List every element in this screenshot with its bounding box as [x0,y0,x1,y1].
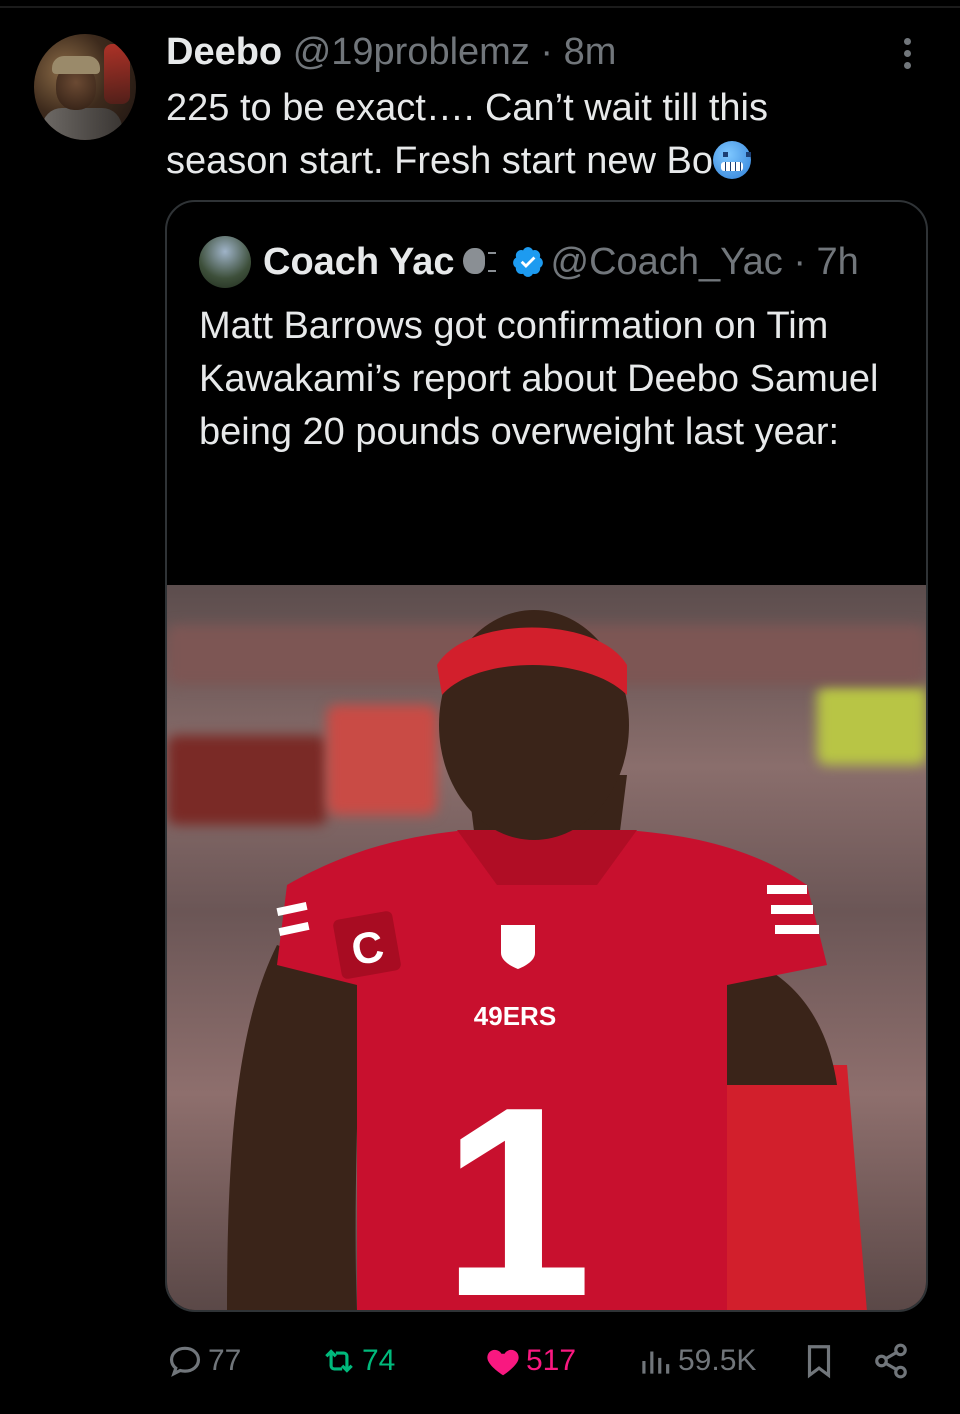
tweet: Deebo @19problemz · 8m 225 to be exact….… [0,0,960,1414]
share-button[interactable] [872,1336,914,1386]
tweet-time[interactable]: 8m [564,31,617,73]
header-separator: · [540,31,554,73]
avatar-cap [52,56,100,74]
quote-author-avatar[interactable] [199,236,251,288]
quote-author-handle[interactable]: @Coach_Yac [551,241,783,283]
player-illustration: C 49ERS 1 [227,610,867,1312]
jersey-number: 1 [442,1052,592,1312]
avatar-background-lights [104,44,130,104]
sleeve-stripe-right-2 [771,905,813,914]
quote-text: Matt Barrows got confirmation on Tim Kaw… [199,305,879,453]
bookmark-icon [807,1345,831,1379]
reply-icon [169,1346,201,1377]
verified-badge-icon [512,247,543,277]
speaking-head-icon [461,244,499,278]
avatar-shirt [42,108,122,140]
repost-count: 74 [362,1344,396,1377]
bookmark-button[interactable] [800,1336,842,1386]
sleeve-stripe-right-1 [767,885,807,894]
sleeve-stripe-right-3 [775,925,819,934]
jersey-wordmark: 49ERS [474,1001,556,1031]
action-bar: 77 74 517 59.5K [0,1336,960,1386]
quote-author-name[interactable]: Coach Yac [263,241,455,283]
quote-separator: · [793,241,806,283]
author-avatar[interactable] [34,34,136,140]
share-icon [875,1343,907,1379]
reply-button[interactable]: 77 [166,1336,241,1386]
more-options-icon[interactable] [896,38,918,74]
views-icon [642,1351,670,1374]
like-count: 517 [526,1344,577,1377]
tweet-text-line1: 225 to be exact…. Can’t wait till this [166,87,768,129]
like-button[interactable]: 517 [484,1336,576,1386]
quote-time[interactable]: 7h [817,241,859,283]
quote-header: Coach Yac @Coach_Yac · 7h [263,238,859,286]
author-handle[interactable]: @19problemz [293,31,530,73]
views-button[interactable]: 59.5K [636,1336,756,1386]
left-arm [227,945,359,1310]
cold-face-emoji-icon [713,141,752,179]
heart-icon [487,1349,519,1376]
author-name[interactable]: Deebo [166,31,282,73]
repost-button[interactable]: 74 [320,1336,395,1386]
quote-photo[interactable]: C 49ERS 1 [167,585,926,1312]
tweet-text: 225 to be exact…. Can’t wait till this s… [166,82,886,188]
repost-icon [325,1349,353,1373]
tweet-text-line2: season start. Fresh start new Bo [166,140,714,182]
top-divider [0,6,960,8]
quoted-tweet-card[interactable]: Coach Yac @Coach_Yac · 7h Matt Barrows go… [165,200,928,1312]
views-count: 59.5K [678,1344,757,1377]
reply-count: 77 [208,1344,242,1377]
tweet-header: Deebo @19problemz · 8m [166,30,616,74]
right-arm-sleeve [727,1065,867,1310]
